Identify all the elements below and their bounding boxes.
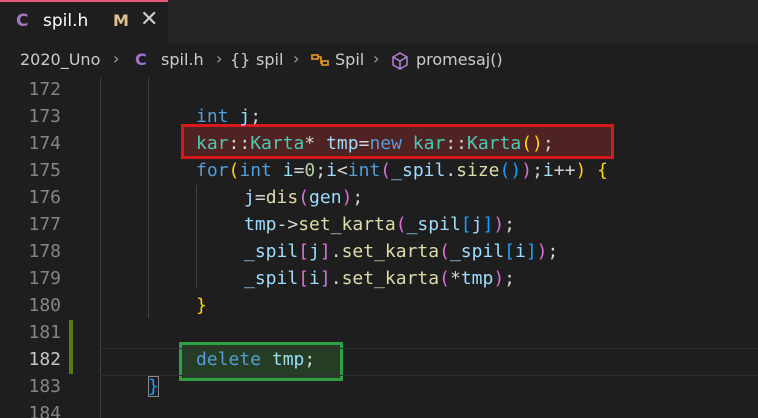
line-number: 179 <box>28 268 61 289</box>
code-line: 178 _spil[j].set_karta(_spil[i]); <box>0 239 758 266</box>
code-text: int j; <box>196 106 262 127</box>
line-number: 180 <box>28 295 61 316</box>
code-line: 176 j=dis(gen); <box>0 185 758 212</box>
breadcrumb: 2020_Uno › C spil.h › {} spil › Spil › p… <box>0 43 758 77</box>
code-line: 181 <box>0 320 758 347</box>
c-file-icon: C <box>16 11 29 31</box>
breadcrumb-method[interactable]: promesaj() <box>416 50 503 69</box>
line-number: 172 <box>28 79 61 100</box>
code-text: _spil[i].set_karta(*tmp); <box>244 268 515 289</box>
modified-badge: M <box>113 11 129 30</box>
code-line: 173 int j; <box>0 104 758 131</box>
code-text: for(int i=0;i<int(_spil.size());i++) { <box>196 160 608 181</box>
tab-filename: spil.h <box>43 11 89 31</box>
line-number: 182 <box>28 349 61 370</box>
line-number: 174 <box>28 133 61 154</box>
line-number: 175 <box>28 160 61 181</box>
tab-spil-h[interactable]: C spil.h M ✕ <box>0 0 168 43</box>
line-number: 183 <box>28 376 61 397</box>
line-number: 176 <box>28 187 61 208</box>
code-text: j=dis(gen); <box>244 187 364 208</box>
breadcrumb-namespace[interactable]: spil <box>256 50 283 69</box>
breadcrumb-class[interactable]: Spil <box>335 50 364 69</box>
code-line: 180 } <box>0 293 758 320</box>
line-number: 181 <box>28 322 61 343</box>
code-text: kar::Karta* tmp=new kar::Karta(); <box>196 133 554 154</box>
line-number: 177 <box>28 214 61 235</box>
code-text: } <box>148 376 159 397</box>
code-text: _spil[j].set_karta(_spil[i]); <box>244 241 559 262</box>
code-line: 179 _spil[i].set_karta(*tmp); <box>0 266 758 293</box>
breadcrumb-folder[interactable]: 2020_Uno <box>20 50 100 69</box>
namespace-icon: {} <box>230 50 251 69</box>
breadcrumb-file[interactable]: spil.h <box>161 50 204 69</box>
chevron-right-icon: › <box>216 49 223 68</box>
code-line: 177 tmp->set_karta(_spil[j]); <box>0 212 758 239</box>
line-number: 184 <box>28 403 61 418</box>
close-icon[interactable]: ✕ <box>140 7 158 32</box>
chevron-right-icon: › <box>293 49 300 68</box>
tab-bar: C spil.h M ✕ <box>0 0 758 43</box>
code-text: } <box>196 295 207 316</box>
chevron-right-icon: › <box>113 49 120 68</box>
code-text: tmp->set_karta(_spil[j]); <box>244 214 515 235</box>
code-line: 184 <box>0 401 758 418</box>
code-line: 175 for(int i=0;i<int(_spil.size());i++)… <box>0 158 758 185</box>
code-line: 174 kar::Karta* tmp=new kar::Karta(); <box>0 131 758 158</box>
c-file-icon: C <box>135 50 147 69</box>
line-number: 173 <box>28 106 61 127</box>
line-number: 178 <box>28 241 61 262</box>
current-line-highlight <box>100 348 758 376</box>
chevron-right-icon: › <box>373 49 380 68</box>
class-icon <box>310 51 330 73</box>
code-line: 172 <box>0 77 758 104</box>
method-icon <box>390 51 410 75</box>
code-line: 183 } <box>0 374 758 401</box>
